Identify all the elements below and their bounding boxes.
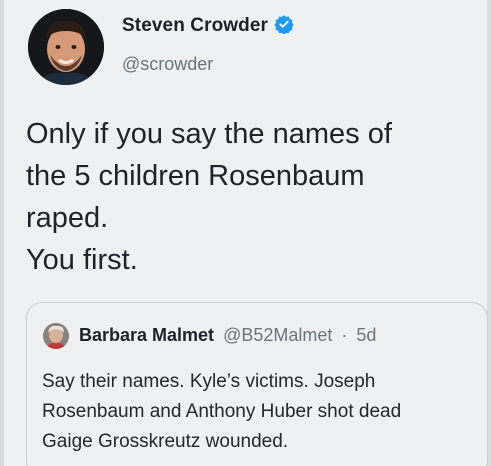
quoted-tweet-card[interactable]: Barbara Malmet @B52Malmet · 5d Say their…: [26, 302, 488, 466]
author-handle[interactable]: @scrowder: [122, 54, 213, 75]
tweet-text: Only if you say the names of the 5 child…: [26, 113, 466, 281]
left-border: [0, 0, 4, 466]
quoted-text-line: Say their names. Kyle’s victims. Joseph: [42, 371, 376, 392]
verified-badge-icon: [274, 15, 294, 34]
quoted-tweet-text: Say their names. Kyle’s victims. Joseph …: [42, 367, 488, 457]
author-avatar[interactable]: [28, 9, 104, 85]
avatar-image: [28, 9, 104, 85]
tweet-text-line: the 5 children Rosenbaum: [26, 160, 365, 192]
quoted-avatar-image: [43, 323, 69, 349]
quoted-author-name[interactable]: Barbara Malmet: [79, 325, 214, 345]
quoted-text-line: Gaige Grosskreutz wounded.: [42, 431, 289, 452]
quoted-author-avatar[interactable]: [43, 323, 69, 349]
tweet-text-line: You first.: [26, 244, 138, 276]
quoted-separator: ·: [341, 325, 348, 345]
tweet-screenshot: Steven Crowder @scrowder Only if you say…: [0, 0, 491, 466]
quoted-timestamp[interactable]: 5d: [356, 325, 376, 345]
author-name[interactable]: Steven Crowder: [122, 14, 294, 37]
quoted-author-handle[interactable]: @B52Malmet: [223, 325, 332, 345]
tweet-text-line: Only if you say the names of: [26, 118, 392, 150]
author-name-text: Steven Crowder: [122, 15, 269, 36]
quoted-tweet-header: Barbara Malmet @B52Malmet · 5d: [79, 325, 376, 346]
tweet-text-line: raped.: [26, 202, 109, 234]
quoted-text-line: Rosenbaum and Anthony Huber shot dead: [42, 401, 402, 422]
